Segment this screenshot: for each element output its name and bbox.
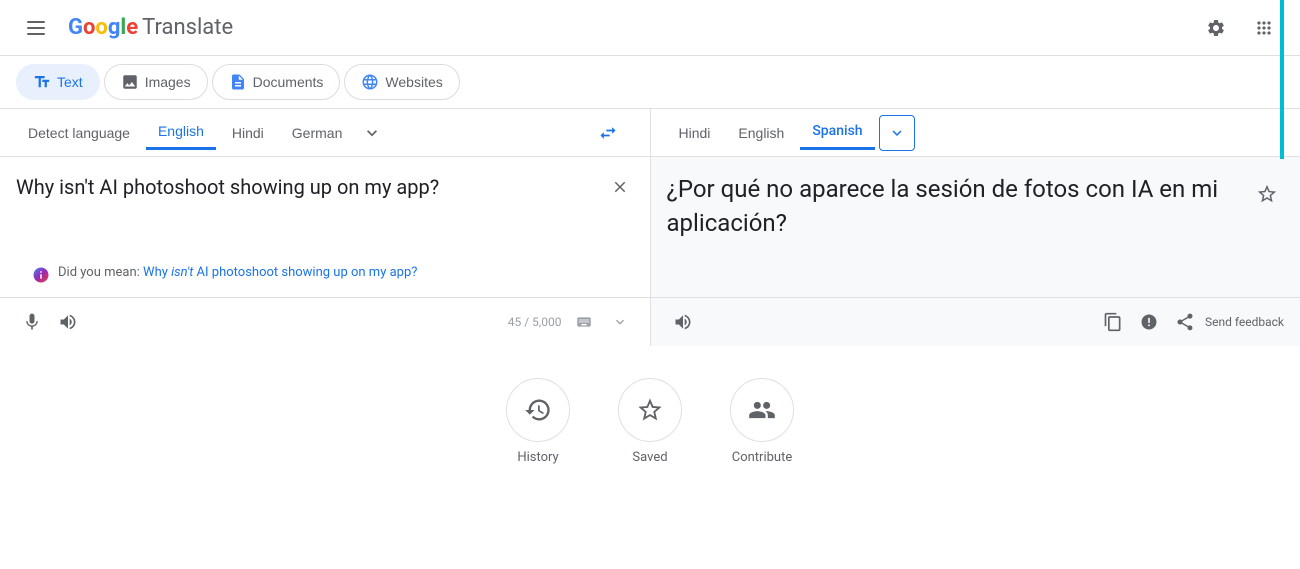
translation-text-area: ¿Por qué no aparece la sesión de fotos c… [651,157,1300,297]
expand-button[interactable] [606,308,634,336]
contribute-icon-circle [730,378,794,442]
target-panel: Hindi English Spanish ¿Por qué no aparec… [651,109,1300,346]
header-left: G o o g l e Translate [16,8,233,48]
source-footer-left [16,306,84,338]
swap-languages-btn[interactable] [590,115,626,151]
saved-icon-circle [618,378,682,442]
bottom-actions: History Saved Contribute [0,346,1300,497]
clear-button[interactable] [606,173,634,201]
source-hindi-btn[interactable]: Hindi [220,117,276,149]
header-right [1196,8,1284,48]
tab-documents-label: Documents [253,74,324,90]
source-text-area: Why isn't AI photoshoot showing up on my… [0,157,650,297]
history-label: History [517,450,558,465]
detect-language-btn[interactable]: Detect language [16,117,142,149]
speaker-button[interactable] [52,306,84,338]
header: G o o g l e Translate [0,0,1300,56]
translated-text: ¿Por qué no aparece la sesión de fotos c… [667,173,1223,240]
save-translation-btn[interactable] [1250,177,1284,211]
source-panel: Detect language English Hindi German [0,109,651,346]
translation-panels: Detect language English Hindi German [0,109,1300,346]
did-you-mean: Did you mean: Why isn't AI photoshoot sh… [16,257,634,292]
tab-images[interactable]: Images [104,64,208,100]
target-hindi-btn[interactable]: Hindi [667,117,723,149]
contribute-label: Contribute [732,450,793,465]
target-more-languages-btn[interactable] [879,115,915,151]
tab-images-label: Images [145,74,191,90]
target-lang-bar: Hindi English Spanish [651,109,1300,157]
tab-documents[interactable]: Documents [212,64,341,100]
tab-websites[interactable]: Websites [344,64,459,100]
target-footer-right: Send feedback [1097,306,1284,338]
copy-translation-btn[interactable] [1097,306,1129,338]
target-footer-left [667,306,699,338]
tab-text[interactable]: Text [16,64,100,100]
saved-label: Saved [632,450,667,465]
send-feedback-link[interactable]: Send feedback [1205,315,1284,329]
target-footer: Send feedback [651,297,1300,346]
source-german-btn[interactable]: German [280,117,355,149]
microphone-button[interactable] [16,306,48,338]
tab-websites-label: Websites [385,74,442,90]
hamburger-menu-button[interactable] [16,8,56,48]
settings-button[interactable] [1196,8,1236,48]
google-logo: G o o g l e Translate [68,15,233,40]
source-more-languages-btn[interactable] [358,119,386,147]
contribute-action[interactable]: Contribute [730,378,794,465]
share-translation-btn[interactable] [1169,306,1201,338]
history-action[interactable]: History [506,378,570,465]
source-lang-bar: Detect language English Hindi German [0,109,650,157]
target-spanish-btn[interactable]: Spanish [800,115,874,150]
app-name: Translate [142,15,233,40]
history-icon-circle [506,378,570,442]
target-speaker-button[interactable] [667,306,699,338]
tab-text-label: Text [57,74,83,90]
source-char-count: 45 / 5,000 [508,308,634,336]
mode-tabs: Text Images Documents Websites [0,56,1300,109]
google-apps-button[interactable] [1244,8,1284,48]
did-you-mean-text: Did you mean: Why isn't AI photoshoot sh… [58,265,417,280]
source-english-btn[interactable]: English [146,115,216,150]
thumbs-up-down-btn[interactable] [1133,306,1165,338]
did-you-mean-link[interactable]: Why isn't AI photoshoot showing up on my… [143,265,417,280]
saved-action[interactable]: Saved [618,378,682,465]
source-footer: 45 / 5,000 [0,297,650,346]
source-input[interactable]: Why isn't AI photoshoot showing up on my… [16,173,634,253]
target-english-btn[interactable]: English [726,117,796,149]
keyboard-button[interactable] [570,308,598,336]
